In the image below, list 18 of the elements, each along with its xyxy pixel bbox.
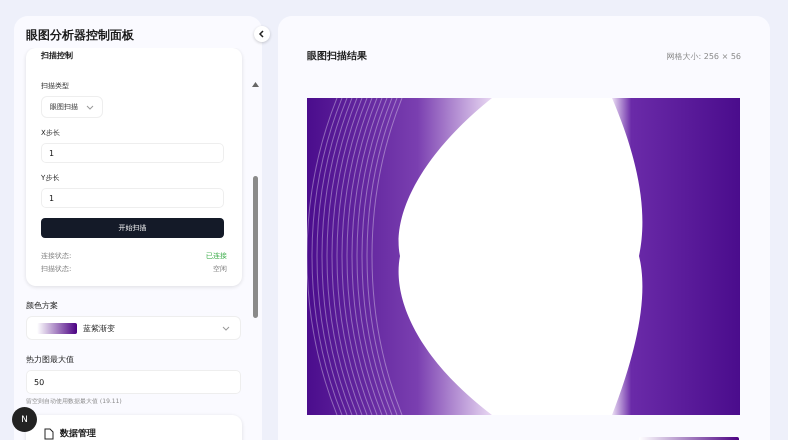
scroll-up-icon[interactable]	[252, 82, 259, 87]
field-label: 颜色方案	[26, 300, 59, 311]
panel-title: 眼图分析器控制面板	[25, 27, 135, 44]
file-icon	[44, 428, 54, 440]
heatmap-max-input[interactable]: 50	[26, 370, 241, 394]
card-title: 数据管理	[60, 428, 96, 440]
result-title: 眼图扫描结果	[307, 50, 367, 63]
card-title: 扫描控制	[41, 50, 74, 61]
color-scheme-select[interactable]: 蓝紫渐变	[26, 316, 241, 340]
chevron-down-icon	[86, 104, 94, 110]
chevron-left-icon	[258, 30, 266, 38]
field-label: 热力图最大值	[26, 354, 75, 365]
grid-size-text: 网格大小: 256 × 56	[666, 50, 741, 62]
gradient-swatch-icon	[37, 322, 77, 334]
y-step-input[interactable]: 1	[41, 188, 224, 208]
x-step-input[interactable]: 1	[41, 143, 224, 163]
collapse-button[interactable]	[254, 26, 270, 42]
chevron-down-icon	[222, 326, 230, 330]
